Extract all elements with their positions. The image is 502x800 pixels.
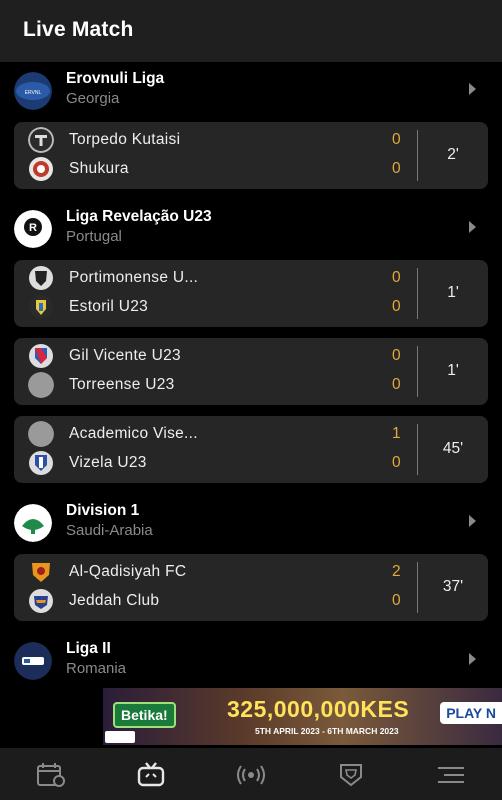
league-header[interactable]: Division 1 Saudi-Arabia bbox=[0, 494, 502, 548]
erovnuli-liga-logo: ERVNL bbox=[14, 72, 52, 110]
match-minute: 45' bbox=[442, 440, 464, 457]
away-team: Jeddah Club 0 bbox=[28, 588, 408, 613]
team-name: Estoril U23 bbox=[69, 298, 149, 315]
league-name: Erovnuli Liga bbox=[66, 70, 165, 87]
match-minute: 1' bbox=[447, 362, 459, 379]
match-card[interactable]: Gil Vicente U23 0 Torreense U23 0 1' bbox=[14, 338, 488, 405]
league-name: Division 1 bbox=[66, 502, 140, 519]
academico-viseu-logo bbox=[28, 421, 54, 447]
league-country: Georgia bbox=[66, 90, 120, 107]
shukura-logo bbox=[29, 157, 53, 181]
chevron-right-icon bbox=[469, 653, 476, 665]
match-minute: 1' bbox=[447, 284, 459, 301]
ad-brand: Betika! bbox=[113, 702, 176, 728]
team-score: 0 bbox=[392, 454, 401, 471]
team-score: 0 bbox=[392, 592, 401, 609]
league-header[interactable]: R Liga Revelação U23 Portugal bbox=[0, 200, 502, 254]
al-qadisiyah-logo bbox=[32, 563, 50, 582]
league-name: Liga Revelação U23 bbox=[66, 208, 212, 225]
live-match-list[interactable]: ERVNL Erovnuli Liga Georgia Torpedo Kuta… bbox=[0, 62, 502, 682]
liga-revelacao-logo: R bbox=[14, 210, 52, 248]
menu-icon[interactable] bbox=[436, 762, 466, 788]
torreense-logo bbox=[28, 372, 54, 398]
team-score: 0 bbox=[392, 298, 401, 315]
trophy-icon[interactable] bbox=[336, 762, 366, 788]
team-score: 0 bbox=[392, 347, 401, 364]
liga-ii-logo bbox=[14, 642, 52, 680]
chevron-right-icon bbox=[469, 515, 476, 527]
team-name: Shukura bbox=[69, 160, 129, 177]
bottom-navigation bbox=[0, 748, 502, 800]
ad-cta[interactable]: PLAY N bbox=[440, 702, 502, 724]
jeddah-club-logo bbox=[29, 589, 53, 613]
league-country: Portugal bbox=[66, 228, 122, 245]
league-country: Romania bbox=[66, 660, 127, 677]
home-team: Torpedo Kutaisi 0 bbox=[28, 127, 408, 153]
league-name: Liga II bbox=[66, 640, 111, 657]
away-team: Vizela U23 0 bbox=[28, 450, 408, 475]
team-score: 0 bbox=[392, 269, 401, 286]
app-bar: Live Match bbox=[0, 0, 502, 62]
ad-dates: 5TH APRIL 2023 - 6TH MARCH 2023 bbox=[255, 726, 399, 736]
home-team: Portimonense U... 0 bbox=[28, 265, 408, 290]
league-section: Liga II Romania bbox=[0, 632, 502, 682]
away-team: Estoril U23 0 bbox=[28, 294, 408, 319]
ad-amount: 325,000,000KES bbox=[227, 696, 410, 722]
torpedo-kutaisi-logo bbox=[28, 127, 54, 153]
away-team: Shukura 0 bbox=[28, 156, 408, 181]
gil-vicente-logo bbox=[29, 344, 53, 368]
svg-text:ERVNL: ERVNL bbox=[25, 90, 42, 96]
home-team: Academico Vise... 1 bbox=[28, 421, 408, 447]
svg-text:R: R bbox=[29, 222, 37, 234]
league-country: Saudi-Arabia bbox=[66, 522, 153, 539]
team-score: 0 bbox=[392, 376, 401, 393]
portimonense-logo bbox=[29, 266, 53, 290]
team-score: 0 bbox=[392, 131, 401, 148]
match-card[interactable]: Portimonense U... 0 Estoril U23 0 1' bbox=[14, 260, 488, 327]
team-score: 0 bbox=[392, 160, 401, 177]
estoril-logo bbox=[29, 295, 53, 319]
match-minute: 37' bbox=[442, 578, 464, 595]
team-name: Torpedo Kutaisi bbox=[69, 131, 181, 148]
home-team: Gil Vicente U23 0 bbox=[28, 343, 408, 368]
page-title: Live Match bbox=[23, 18, 134, 41]
team-score: 2 bbox=[392, 563, 401, 580]
team-name: Portimonense U... bbox=[69, 269, 199, 286]
live-tv-icon[interactable] bbox=[136, 762, 166, 788]
team-name: Al-Qadisiyah FC bbox=[69, 563, 187, 580]
match-card[interactable]: Torpedo Kutaisi 0 Shukura 0 2' bbox=[14, 122, 488, 189]
league-section: ERVNL Erovnuli Liga Georgia Torpedo Kuta… bbox=[0, 62, 502, 189]
chevron-right-icon bbox=[469, 83, 476, 95]
match-card[interactable]: Academico Vise... 1 Vizela U23 0 45' bbox=[14, 416, 488, 483]
vizela-logo bbox=[29, 451, 53, 475]
calendar-icon[interactable] bbox=[36, 762, 66, 788]
team-name: Jeddah Club bbox=[69, 592, 160, 609]
match-minute: 2' bbox=[447, 146, 459, 163]
saudi-division-1-logo bbox=[14, 504, 52, 542]
team-name: Vizela U23 bbox=[69, 454, 147, 471]
away-team: Torreense U23 0 bbox=[28, 372, 408, 398]
league-section: Division 1 Saudi-Arabia Al-Qadisiyah FC … bbox=[0, 494, 502, 621]
chevron-right-icon bbox=[469, 221, 476, 233]
match-card[interactable]: Al-Qadisiyah FC 2 Jeddah Club 0 37' bbox=[14, 554, 488, 621]
league-section: R Liga Revelação U23 Portugal Portimonen… bbox=[0, 200, 502, 483]
team-name: Torreense U23 bbox=[69, 376, 175, 393]
team-name: Gil Vicente U23 bbox=[69, 347, 181, 364]
team-score: 1 bbox=[392, 425, 401, 442]
broadcast-icon[interactable] bbox=[236, 762, 266, 788]
league-header[interactable]: ERVNL Erovnuli Liga Georgia bbox=[0, 62, 502, 116]
home-team: Al-Qadisiyah FC 2 bbox=[28, 559, 408, 583]
team-name: Academico Vise... bbox=[69, 425, 198, 442]
ad-banner[interactable]: Betika! 325,000,000KES 5TH APRIL 2023 - … bbox=[103, 688, 502, 745]
league-header[interactable]: Liga II Romania bbox=[0, 632, 502, 682]
adchoices-icon[interactable] bbox=[105, 731, 135, 743]
